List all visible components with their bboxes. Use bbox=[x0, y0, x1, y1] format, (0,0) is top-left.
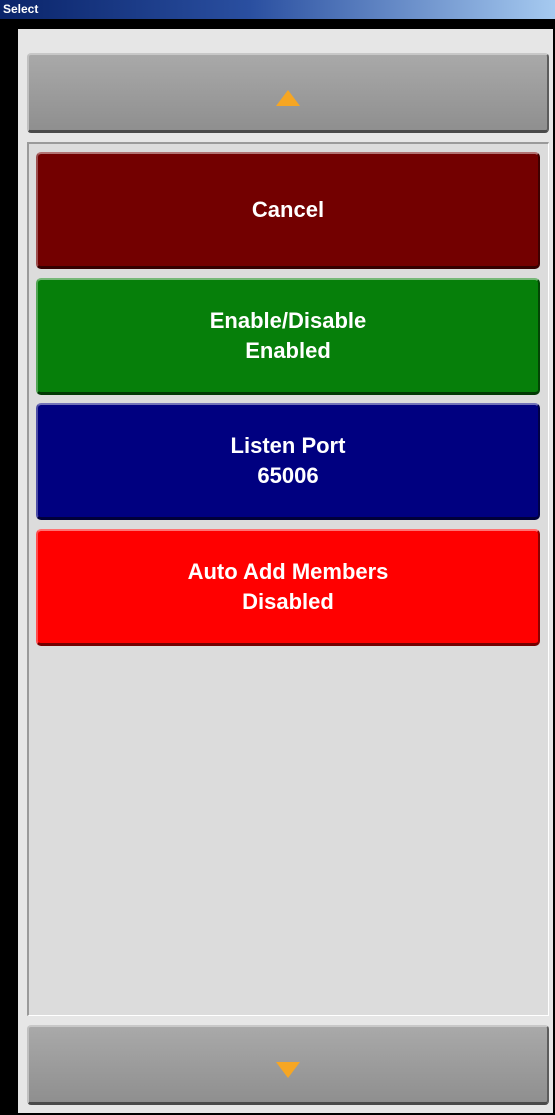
cancel-button[interactable]: Cancel bbox=[36, 152, 540, 269]
auto-add-members-label: Auto Add Members bbox=[187, 559, 389, 584]
listen-port-value: 65006 bbox=[257, 463, 319, 488]
triangle-up-icon bbox=[276, 89, 300, 106]
cancel-label: Cancel bbox=[251, 197, 325, 222]
enable-disable-label: Enable/Disable bbox=[209, 308, 367, 333]
select-window: Select Cancel Enable/Disable Enabled Lis… bbox=[0, 0, 555, 1115]
scroll-up-button[interactable] bbox=[27, 53, 549, 133]
auto-add-members-button[interactable]: Auto Add Members Disabled bbox=[36, 529, 540, 646]
enable-disable-button[interactable]: Enable/Disable Enabled bbox=[36, 278, 540, 395]
listen-port-button[interactable]: Listen Port 65006 bbox=[36, 403, 540, 520]
listen-port-label: Listen Port bbox=[230, 433, 346, 458]
enable-disable-value: Enabled bbox=[245, 338, 331, 363]
scroll-down-button[interactable] bbox=[27, 1025, 549, 1105]
triangle-down-icon bbox=[276, 1061, 300, 1078]
window-title: Select bbox=[0, 0, 555, 19]
auto-add-members-value: Disabled bbox=[242, 589, 334, 614]
